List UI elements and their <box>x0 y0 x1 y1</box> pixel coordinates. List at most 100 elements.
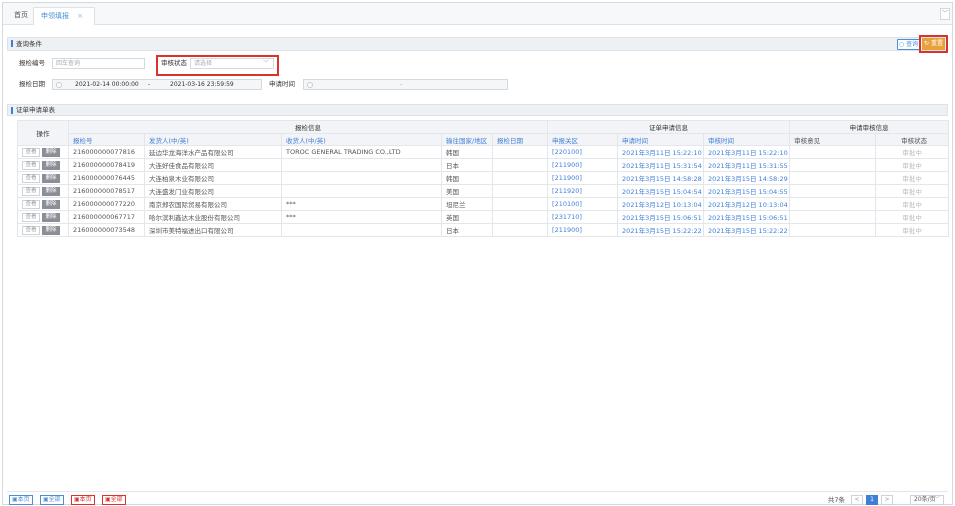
cell-inspection-date <box>491 223 549 237</box>
cell-inspection-no: 216000000078517 <box>68 184 145 198</box>
audit-status-placeholder: 请选择 <box>194 60 213 67</box>
inspection-date-label: 报检日期 <box>19 80 45 88</box>
col-declare-port[interactable]: 申报关区 <box>547 133 619 146</box>
cell-shipper: 大连柏泉木业有限公司 <box>144 171 282 185</box>
cell-inspection-no: 216000000076445 <box>68 171 145 185</box>
query-button[interactable]: ○ 查询 <box>897 39 920 50</box>
cell-country: 坦尼兰 <box>441 197 493 211</box>
view-button[interactable]: 查看 <box>22 160 40 170</box>
view-button[interactable]: 查看 <box>22 225 40 235</box>
table-row[interactable]: 查看 删除 216000000067717 哈尔滨利鑫达木业股份有限公司 *** 英国 [2… <box>17 210 950 224</box>
col-inspection-date[interactable]: 报检日期 <box>491 133 549 146</box>
inspection-date-range[interactable]: 2021-02-14 00:00:00 - 2021-03-16 23:59:5… <box>52 79 262 90</box>
col-consignee[interactable]: 收货人(中/英) <box>281 133 442 146</box>
cell-audit-status: 审批中 <box>875 145 950 159</box>
date-range-icon <box>56 82 62 88</box>
delete-button[interactable]: 删除 <box>42 173 60 183</box>
tab-home[interactable]: 首页 <box>7 7 35 25</box>
query-panel-header: 查询条件 ○ 查询 ↻ 重置 <box>7 35 948 53</box>
cell-shipper: 深圳市美特福进出口有限公司 <box>144 223 282 237</box>
pager-page-button[interactable]: 1 <box>866 495 878 505</box>
print-all-button[interactable]: ▣全部 <box>102 495 126 505</box>
reset-highlight-box <box>919 35 948 53</box>
cell-apply-time: 2021年3月11日 15:31:54 <box>617 158 705 172</box>
cell-audit-status: 审批中 <box>875 184 950 198</box>
cell-country: 美国 <box>441 184 493 198</box>
view-button[interactable]: 查看 <box>22 199 40 209</box>
col-shipper[interactable]: 发货人(中/英) <box>144 133 282 146</box>
export-all-button[interactable]: ▣全部 <box>40 495 64 505</box>
cell-declare-port: [211920] <box>547 184 619 198</box>
close-icon[interactable]: × <box>77 12 83 20</box>
audit-status-select[interactable]: 请选择 ﹀ <box>190 58 274 69</box>
delete-button[interactable]: 删除 <box>42 147 60 157</box>
footer-button-label: 全部 <box>48 496 61 503</box>
table-row[interactable]: 查看 删除 216000000076445 大连柏泉木业有限公司 韩国 [211900] 2… <box>17 171 950 185</box>
view-button[interactable]: 查看 <box>22 147 40 157</box>
cell-audit-time: 2021年3月12日 10:13:04 <box>703 197 791 211</box>
cell-inspection-no: 216000000077220 <box>68 197 145 211</box>
table-body: 查看 删除 216000000077816 延边华龙海洋水产品有限公司 TOROC GE… <box>17 145 950 237</box>
cell-country: 日本 <box>441 158 493 172</box>
delete-button[interactable]: 删除 <box>42 186 60 196</box>
footer-button-label: 全部 <box>110 496 123 503</box>
row-actions: 查看 删除 <box>17 210 69 224</box>
view-button[interactable]: 查看 <box>22 173 40 183</box>
cell-consignee: *** <box>281 210 442 224</box>
inspection-date-from: 2021-02-14 00:00:00 <box>75 81 139 88</box>
cell-declare-port: [220100] <box>547 145 619 159</box>
inspection-no-input[interactable]: 回车查询 <box>52 58 145 69</box>
row-actions: 查看 删除 <box>17 184 69 198</box>
export-page-button[interactable]: ▣本页 <box>9 495 33 505</box>
delete-button[interactable]: 删除 <box>42 225 60 235</box>
table-row[interactable]: 查看 删除 216000000073548 深圳市美特福进出口有限公司 日本 [21190… <box>17 223 950 237</box>
header-group-inspection: 报检信息 <box>67 120 549 134</box>
apply-time-range[interactable]: - <box>303 79 508 90</box>
print-page-button[interactable]: ▣本页 <box>71 495 95 505</box>
delete-button[interactable]: 删除 <box>42 212 60 222</box>
cell-audit-status: 审批中 <box>875 197 950 211</box>
apply-time-label: 申请时间 <box>269 80 295 88</box>
tab-bar: 首页 申领填报 × ﹀ <box>3 3 952 25</box>
table-row[interactable]: 查看 删除 216000000078419 大连好佳食品有限公司 日本 [211900] 2… <box>17 158 950 172</box>
col-audit-time[interactable]: 审核时间 <box>703 133 791 146</box>
cell-shipper: 南京郑农国际贸易有限公司 <box>144 197 282 211</box>
cell-inspection-no: 216000000067717 <box>68 210 145 224</box>
col-inspection-no[interactable]: 报检号 <box>68 133 145 146</box>
table-panel-header: 证单申请单表 <box>7 104 948 116</box>
tab-apply-fill[interactable]: 申领填报 × <box>33 7 95 25</box>
table-row[interactable]: 查看 删除 216000000077816 延边华龙海洋水产品有限公司 TOROC GE… <box>17 145 950 159</box>
delete-button[interactable]: 删除 <box>42 199 60 209</box>
tab-apply-fill-label: 申领填报 <box>41 12 69 20</box>
footer-button-label: 本页 <box>79 496 92 503</box>
cell-audit-opinion <box>789 184 877 198</box>
search-icon: ○ <box>898 41 905 48</box>
cell-consignee: TOROC GENERAL TRADING CO.,LTD <box>281 145 442 159</box>
cell-consignee <box>281 158 442 172</box>
row-actions: 查看 删除 <box>17 171 69 185</box>
page-size-select[interactable]: 20条/页 ﹀ <box>910 495 944 505</box>
table-row[interactable]: 查看 删除 216000000077220 南京郑农国际贸易有限公司 *** 坦尼兰 [21… <box>17 197 950 211</box>
table-row[interactable]: 查看 删除 216000000078517 大连盛发门业有限公司 美国 [211920] 2… <box>17 184 950 198</box>
page-size-value: 20条/页 <box>914 496 936 503</box>
col-audit-opinion: 审核意见 <box>789 133 877 146</box>
view-button[interactable]: 查看 <box>22 212 40 222</box>
pager-prev-button[interactable]: < <box>851 495 863 505</box>
header-group-cert: 证单申请信息 <box>547 120 791 134</box>
cell-shipper: 延边华龙海洋水产品有限公司 <box>144 145 282 159</box>
col-country[interactable]: 输往国家/地区 <box>441 133 493 146</box>
chevron-down-icon[interactable]: ﹀ <box>940 8 950 20</box>
cell-inspection-date <box>491 145 549 159</box>
pager-next-button[interactable]: > <box>881 495 893 505</box>
cell-audit-status: 审批中 <box>875 223 950 237</box>
cell-consignee <box>281 171 442 185</box>
inspection-no-placeholder: 回车查询 <box>56 60 81 67</box>
cell-apply-time: 2021年3月15日 15:06:51 <box>617 210 705 224</box>
cell-inspection-date <box>491 171 549 185</box>
delete-button[interactable]: 删除 <box>42 160 60 170</box>
inspection-date-to: 2021-03-16 23:59:59 <box>170 81 234 88</box>
cell-country: 韩国 <box>441 145 493 159</box>
view-button[interactable]: 查看 <box>22 186 40 196</box>
col-apply-time[interactable]: 申请时间 <box>617 133 705 146</box>
date-range-icon <box>307 82 313 88</box>
